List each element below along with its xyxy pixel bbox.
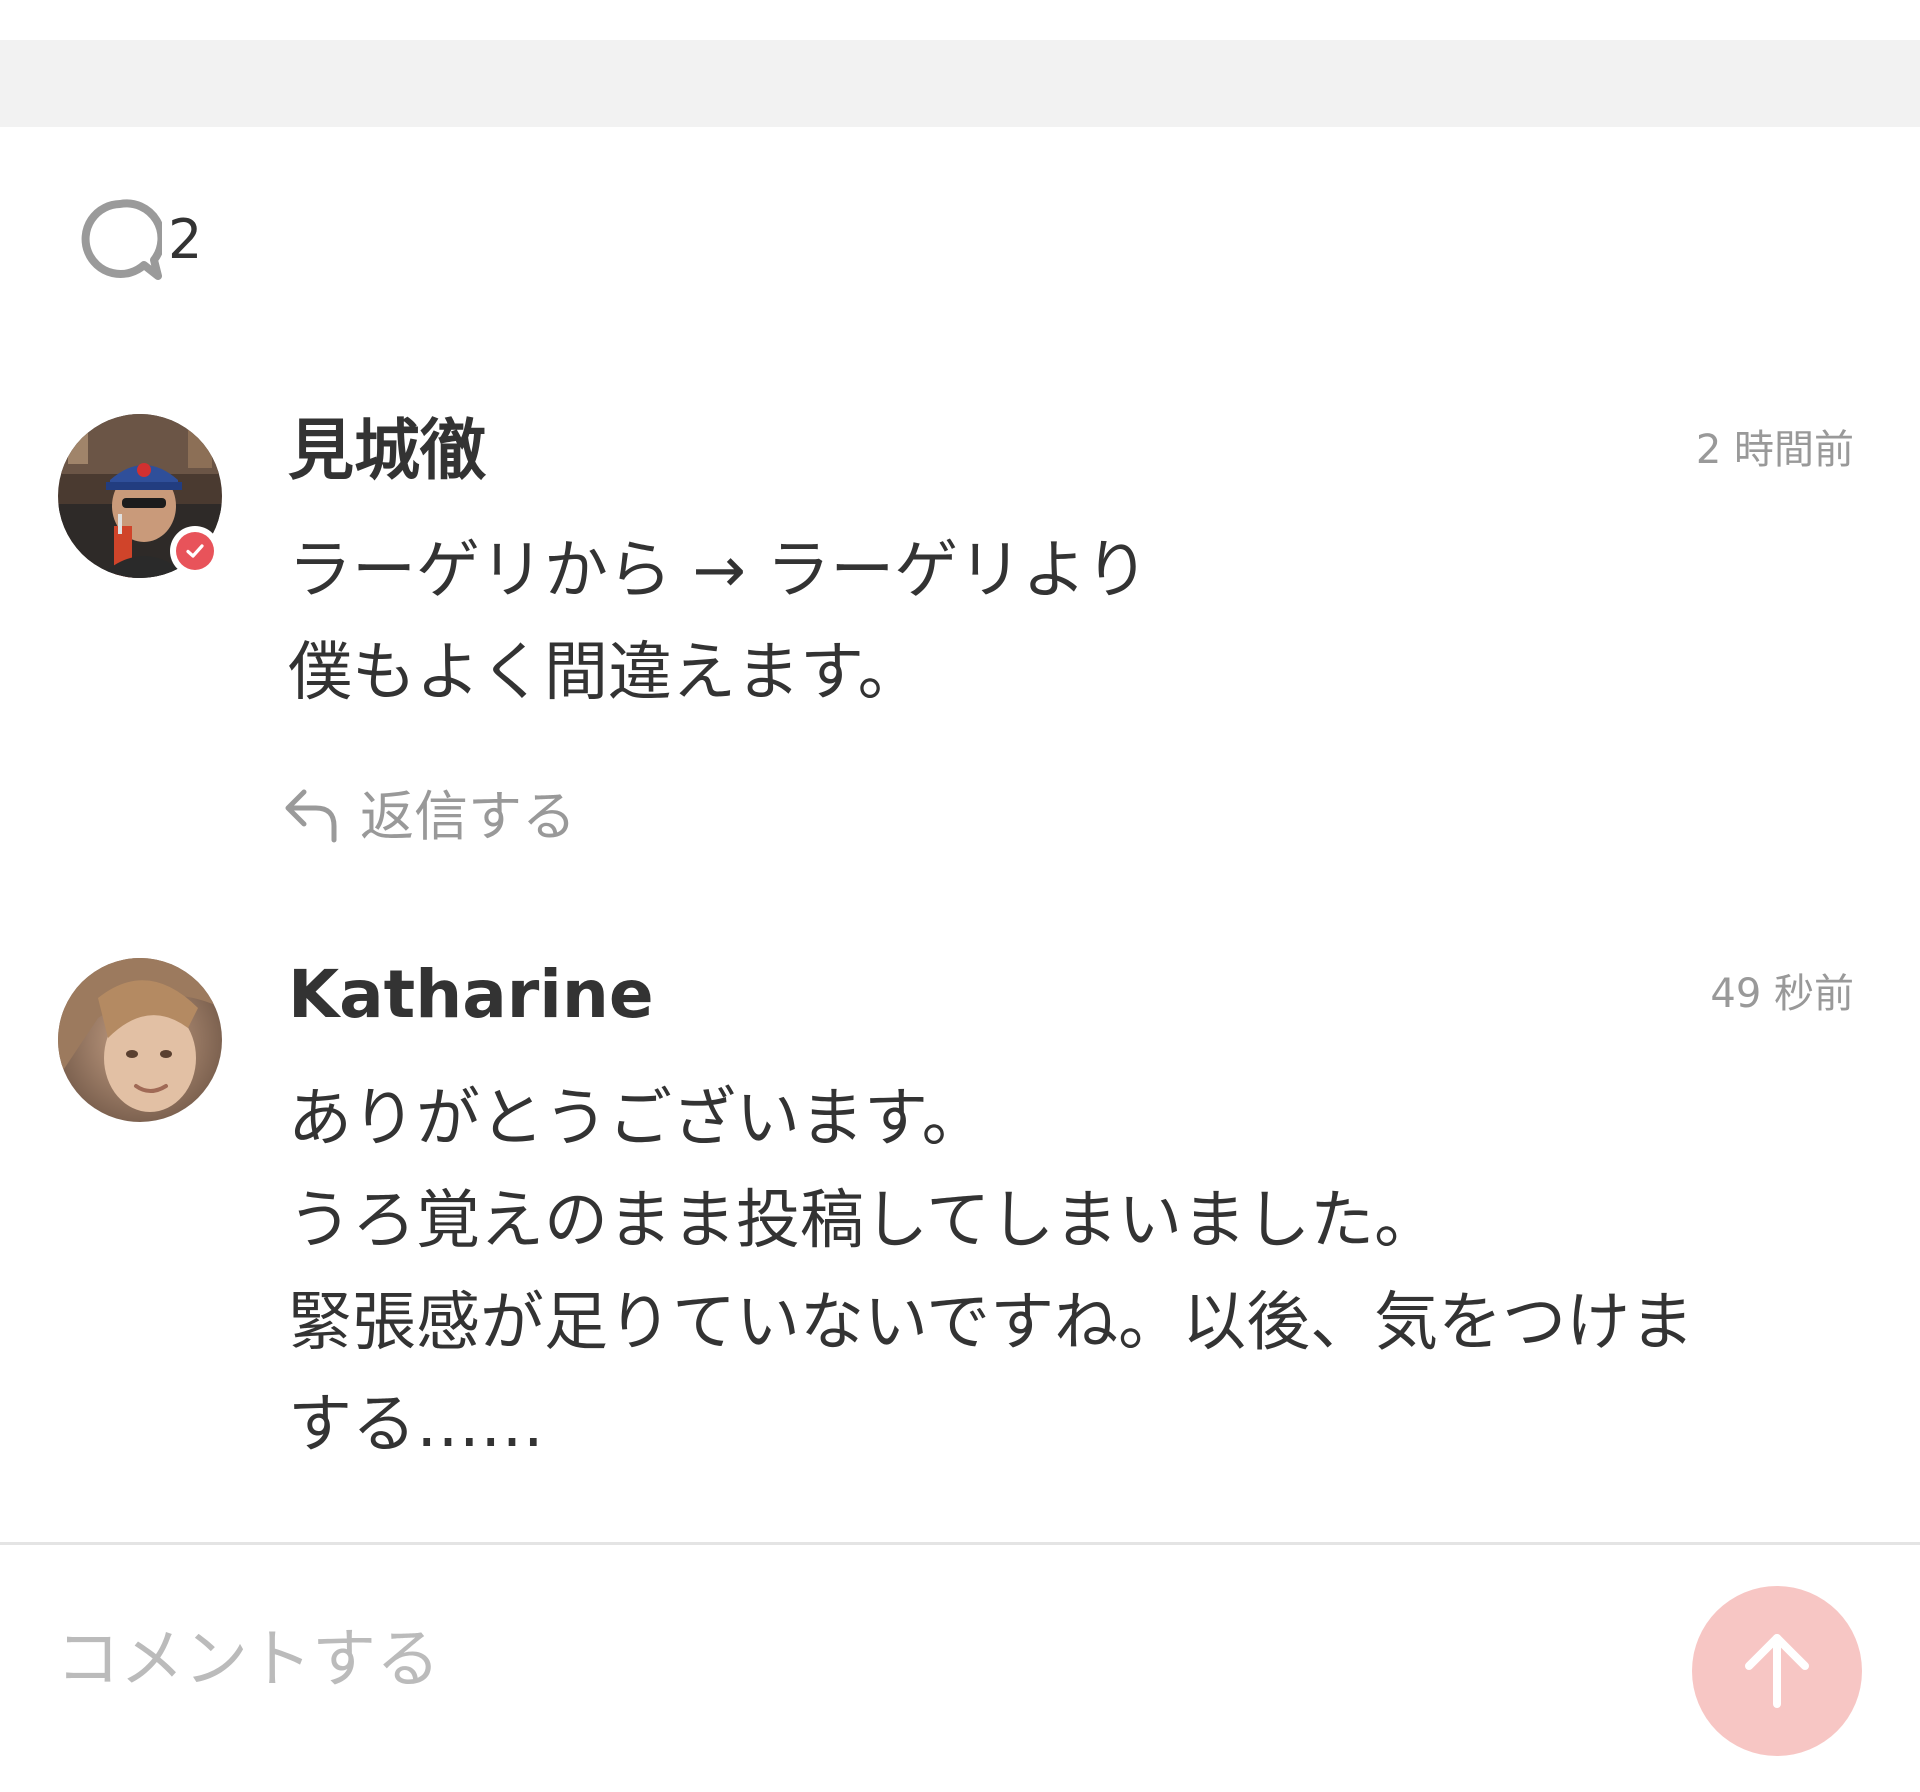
comment-line: ラーゲリから → ラーゲリより — [288, 534, 1150, 608]
comment-input[interactable] — [56, 1600, 1616, 1720]
comment-line: うろ覚えのまま投稿してしまいました。 — [288, 1184, 1439, 1258]
reply-button[interactable]: 返信する — [282, 786, 576, 848]
reply-label: 返信する — [360, 785, 576, 848]
verified-badge — [170, 526, 220, 576]
avatar[interactable] — [58, 414, 222, 578]
checkmark-icon — [186, 544, 204, 558]
comment-author[interactable]: 見城徹 — [288, 418, 486, 484]
comment-line: する…… — [288, 1388, 544, 1462]
comment-bubble-icon — [78, 198, 162, 282]
comment-line: ありがとうございます。 — [288, 1082, 986, 1156]
send-button[interactable] — [1692, 1586, 1862, 1756]
comment-body: ラーゲリから → ラーゲリより 僕もよく間違えます。 — [288, 520, 1888, 724]
comment-time: 49 秒前 — [1710, 971, 1854, 1017]
reply-arrow-icon — [282, 786, 344, 848]
comment-body: ありがとうございます。 うろ覚えのまま投稿してしまいました。 緊張感が足りていな… — [288, 1068, 1888, 1476]
comment-count-value: 2 — [168, 208, 203, 271]
comment-time: 2 時間前 — [1695, 427, 1854, 473]
comment-count: 2 — [78, 198, 202, 282]
comment-author[interactable]: Katharine — [288, 962, 654, 1028]
avatar[interactable] — [58, 958, 222, 1122]
arrow-up-icon — [1735, 1628, 1819, 1715]
composer-divider — [0, 1542, 1920, 1545]
comment-line: 緊張感が足りていないですね。以後、気をつけま — [288, 1286, 1695, 1360]
top-band — [0, 40, 1920, 127]
top-spacer — [0, 0, 1920, 40]
avatar-woman-icon — [58, 958, 222, 1122]
comment-line: 僕もよく間違えます。 — [288, 636, 922, 710]
